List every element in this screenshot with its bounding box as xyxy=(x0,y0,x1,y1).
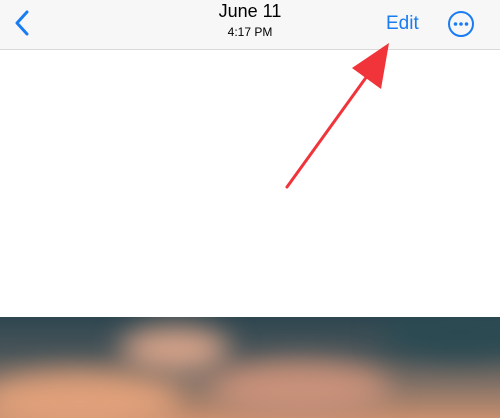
cloud-shape xyxy=(380,317,500,357)
nav-bar: June 11 4:17 PM Edit xyxy=(0,0,500,50)
photo-image[interactable] xyxy=(0,317,500,418)
cloud-shape xyxy=(120,327,230,372)
edit-button[interactable]: Edit xyxy=(386,12,419,36)
title-block: June 11 4:17 PM xyxy=(150,0,350,40)
page-subtitle: 4:17 PM xyxy=(227,25,273,39)
photo-viewer-screen: June 11 4:17 PM Edit xyxy=(0,0,500,418)
chevron-left-icon xyxy=(15,10,29,36)
ellipsis-circle-icon xyxy=(448,11,474,37)
back-button[interactable] xyxy=(8,6,36,40)
page-title: June 11 xyxy=(218,1,282,21)
photo-background xyxy=(0,50,500,317)
cloud-shape xyxy=(0,372,180,418)
cloud-shape xyxy=(210,362,390,417)
more-button[interactable] xyxy=(447,10,475,38)
